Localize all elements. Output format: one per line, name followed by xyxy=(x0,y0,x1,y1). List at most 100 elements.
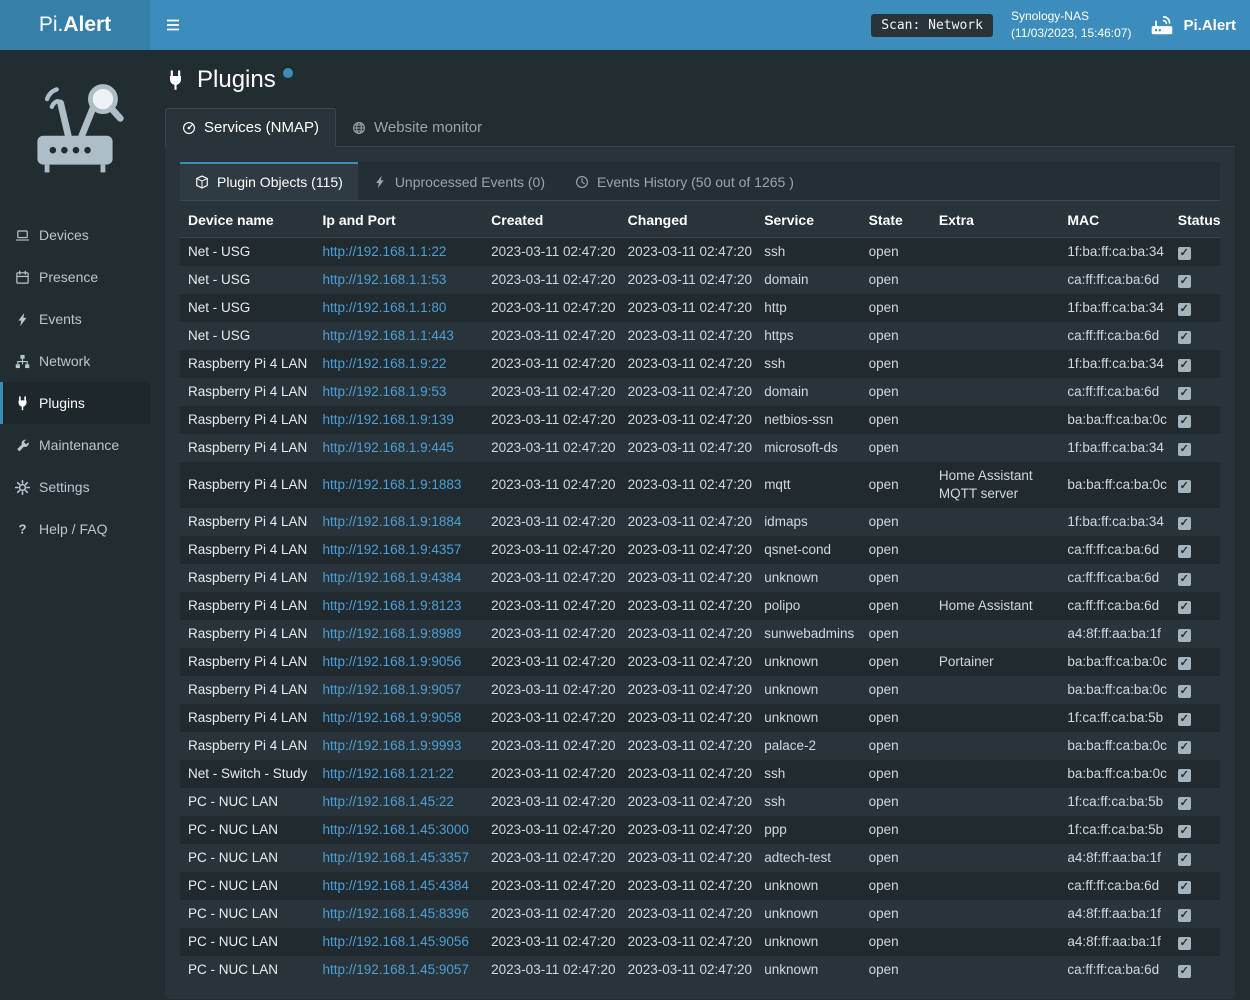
ip-port-link[interactable]: http://192.168.1.9:445 xyxy=(323,440,454,455)
cell-device-name: PC - NUC LAN xyxy=(180,816,315,844)
ip-port-link[interactable]: http://192.168.1.1:443 xyxy=(323,328,454,343)
table-header: Device nameIp and PortCreatedChangedServ… xyxy=(180,203,1220,238)
tab-services-nmap[interactable]: Services (NMAP) xyxy=(165,108,336,147)
status-checkbox[interactable]: ✓ xyxy=(1178,909,1191,922)
cell-created: 2023-03-11 02:47:20 xyxy=(483,704,620,732)
cell-changed: 2023-03-11 02:47:20 xyxy=(620,676,757,704)
status-checkbox[interactable]: ✓ xyxy=(1178,741,1191,754)
cell-device-name: Raspberry Pi 4 LAN xyxy=(180,704,315,732)
sidebar-item-presence[interactable]: Presence xyxy=(0,256,150,298)
ip-port-link[interactable]: http://192.168.1.9:9056 xyxy=(323,654,462,669)
cell-state: open xyxy=(861,462,931,508)
status-checkbox[interactable]: ✓ xyxy=(1178,629,1191,642)
sidebar-menu: Devices Presence Events Network Plugins … xyxy=(0,214,150,550)
column-header-mac: MAC xyxy=(1059,203,1169,238)
status-checkbox[interactable]: ✓ xyxy=(1178,359,1191,372)
cell-device-name: Raspberry Pi 4 LAN xyxy=(180,434,315,462)
sidebar-item-settings[interactable]: Settings xyxy=(0,466,150,508)
status-checkbox[interactable]: ✓ xyxy=(1178,685,1191,698)
ip-port-link[interactable]: http://192.168.1.1:22 xyxy=(323,244,447,259)
cell-changed: 2023-03-11 02:47:20 xyxy=(620,788,757,816)
status-checkbox[interactable]: ✓ xyxy=(1178,881,1191,894)
status-checkbox[interactable]: ✓ xyxy=(1178,517,1191,530)
status-checkbox[interactable]: ✓ xyxy=(1178,601,1191,614)
sidebar-item-plugins[interactable]: Plugins xyxy=(0,382,150,424)
sidebar-item-help-faq[interactable]: Help / FAQ xyxy=(0,508,150,550)
ip-port-link[interactable]: http://192.168.1.9:8123 xyxy=(323,598,462,613)
tab-website-monitor[interactable]: Website monitor xyxy=(336,108,498,147)
cell-mac: ba:ba:ff:ca:ba:0c xyxy=(1059,406,1169,434)
cell-service: polipo xyxy=(756,592,860,620)
sidebar-item-events[interactable]: Events xyxy=(0,298,150,340)
bolt-icon xyxy=(15,312,30,327)
table-row: Raspberry Pi 4 LANhttp://192.168.1.9:812… xyxy=(180,592,1220,620)
page-title: Plugins xyxy=(197,66,276,94)
ip-port-link[interactable]: http://192.168.1.1:53 xyxy=(323,272,447,287)
ip-port-link[interactable]: http://192.168.1.9:22 xyxy=(323,356,447,371)
sidebar-toggle-button[interactable] xyxy=(150,0,196,50)
sidebar-item-maintenance[interactable]: Maintenance xyxy=(0,424,150,466)
ip-port-link[interactable]: http://192.168.1.9:4357 xyxy=(323,542,462,557)
table-row: Raspberry Pi 4 LAN http://192.168.1.9:905… xyxy=(180,704,1220,732)
ip-port-link[interactable]: http://192.168.1.45:8396 xyxy=(323,906,469,921)
inner-tab-unprocessed-events-0[interactable]: Unprocessed Events (0) xyxy=(358,162,560,200)
status-checkbox[interactable]: ✓ xyxy=(1178,853,1191,866)
inner-tab-plugin-objects-115[interactable]: Plugin Objects (115) xyxy=(180,162,358,200)
ip-port-link[interactable]: http://192.168.1.45:3357 xyxy=(323,850,469,865)
ip-port-link[interactable]: http://192.168.1.1:80 xyxy=(323,300,447,315)
status-checkbox[interactable]: ✓ xyxy=(1178,965,1191,978)
ip-port-link[interactable]: http://192.168.1.21:22 xyxy=(323,766,454,781)
ip-port-link[interactable]: http://192.168.1.9:1883 xyxy=(323,477,462,492)
status-checkbox[interactable]: ✓ xyxy=(1178,443,1191,456)
ip-port-link[interactable]: http://192.168.1.45:9057 xyxy=(323,962,469,977)
status-checkbox[interactable]: ✓ xyxy=(1178,937,1191,950)
cell-extra xyxy=(931,844,1059,872)
ip-port-link[interactable]: http://192.168.1.45:9056 xyxy=(323,934,469,949)
status-checkbox[interactable]: ✓ xyxy=(1178,769,1191,782)
cell-state: open xyxy=(861,378,931,406)
status-checkbox[interactable]: ✓ xyxy=(1178,797,1191,810)
app-logo[interactable]: Pi.Alert xyxy=(0,0,150,50)
status-checkbox[interactable]: ✓ xyxy=(1178,825,1191,838)
cell-changed: 2023-03-11 02:47:20 xyxy=(620,322,757,350)
column-header-state: State xyxy=(861,203,931,238)
ip-port-link[interactable]: http://192.168.1.45:3000 xyxy=(323,822,469,837)
sidebar-item-network[interactable]: Network xyxy=(0,340,150,382)
cell-changed: 2023-03-11 02:47:20 xyxy=(620,350,757,378)
ip-port-link[interactable]: http://192.168.1.9:9058 xyxy=(323,710,462,725)
ip-port-link[interactable]: http://192.168.1.9:4384 xyxy=(323,570,462,585)
cell-device-name: Raspberry Pi 4 LAN xyxy=(180,378,315,406)
ip-port-link[interactable]: http://192.168.1.45:4384 xyxy=(323,878,469,893)
status-checkbox[interactable]: ✓ xyxy=(1178,573,1191,586)
brand[interactable]: Pi.Alert xyxy=(1149,12,1236,38)
sidebar-item-devices[interactable]: Devices xyxy=(0,214,150,256)
table-row: Raspberry Pi 4 LAN http://192.168.1.9:445… xyxy=(180,434,1220,462)
table-body: Net - USGhttp://192.168.1.1:222023-03-11… xyxy=(180,238,1220,985)
cell-ip-port: http://192.168.1.9:4384 xyxy=(315,564,484,592)
cell-state: open xyxy=(861,266,931,294)
top-navbar: Pi.Alert Scan: Network Synology-NAS (11/… xyxy=(0,0,1250,50)
ip-port-link[interactable]: http://192.168.1.9:1884 xyxy=(323,514,462,529)
ip-port-link[interactable]: http://192.168.1.9:8989 xyxy=(323,626,462,641)
table-row: PC - NUC LANhttp://192.168.1.45:90562023… xyxy=(180,928,1220,956)
status-checkbox[interactable]: ✓ xyxy=(1178,415,1191,428)
table-row: Raspberry Pi 4 LANhttp://192.168.1.9:435… xyxy=(180,536,1220,564)
status-checkbox[interactable]: ✓ xyxy=(1178,275,1191,288)
status-checkbox[interactable]: ✓ xyxy=(1178,303,1191,316)
ip-port-link[interactable]: http://192.168.1.9:53 xyxy=(323,384,447,399)
status-checkbox[interactable]: ✓ xyxy=(1178,331,1191,344)
status-checkbox[interactable]: ✓ xyxy=(1178,713,1191,726)
ip-port-link[interactable]: http://192.168.1.9:9057 xyxy=(323,682,462,697)
ip-port-link[interactable]: http://192.168.1.9:139 xyxy=(323,412,454,427)
status-checkbox[interactable]: ✓ xyxy=(1178,480,1191,493)
title-help-badge[interactable] xyxy=(283,68,293,78)
inner-tab-events-history-50-out-of-1265[interactable]: Events History (50 out of 1265 ) xyxy=(560,162,809,200)
status-checkbox[interactable]: ✓ xyxy=(1178,247,1191,260)
ip-port-link[interactable]: http://192.168.1.9:9993 xyxy=(323,738,462,753)
ip-port-link[interactable]: http://192.168.1.45:22 xyxy=(323,794,454,809)
status-checkbox[interactable]: ✓ xyxy=(1178,387,1191,400)
status-checkbox[interactable]: ✓ xyxy=(1178,545,1191,558)
column-header-changed: Changed xyxy=(620,203,757,238)
status-checkbox[interactable]: ✓ xyxy=(1178,657,1191,670)
cell-ip-port: http://192.168.1.45:22 xyxy=(315,788,484,816)
